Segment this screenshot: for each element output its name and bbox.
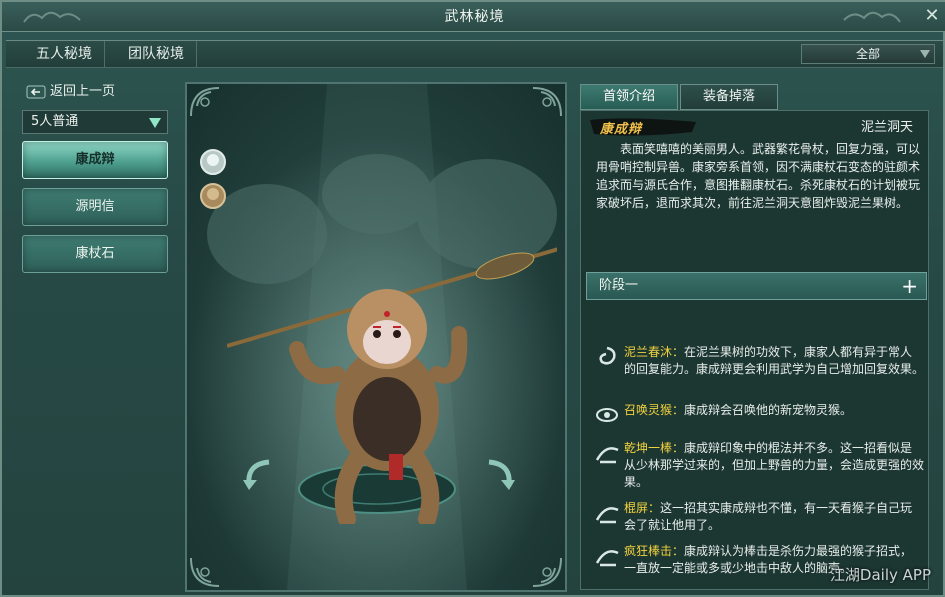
silver-orb-icon[interactable]: [197, 148, 229, 176]
window-title: 武林秘境: [444, 9, 505, 25]
boss-button-kang-zhangshi[interactable]: 康杖石: [22, 235, 168, 273]
boss-model-viewer[interactable]: [185, 82, 567, 592]
skill-item: 乾坤一棒：康成辩印象中的棍法并不多。这一招看似是从少林那学过来的，但加上野兽的力…: [594, 440, 924, 491]
filter-dropdown[interactable]: 全部: [801, 44, 935, 64]
dropdown-triangle-icon: [149, 118, 161, 128]
tab-boss-intro[interactable]: 首领介绍: [580, 84, 678, 110]
back-button[interactable]: 返回上一页: [26, 82, 115, 102]
staff-strike-skill-icon: [595, 447, 619, 464]
expand-plus-icon[interactable]: +: [901, 273, 918, 299]
cloud-ornament-icon: [23, 11, 81, 23]
skill-name: 召唤灵猴：: [624, 403, 685, 417]
tab-five-person[interactable]: 五人秘境: [24, 41, 105, 67]
skill-text: 康成辩会召唤他的新宠物灵猴。: [684, 403, 853, 417]
stage-one-header[interactable]: 阶段一 +: [586, 272, 927, 300]
boss-name: 康成辩: [600, 122, 643, 137]
tab-loot[interactable]: 装备掉落: [680, 84, 778, 110]
rotate-left-icon[interactable]: [241, 454, 275, 492]
staff-screen-skill-icon: [595, 507, 619, 524]
frenzy-strike-skill-icon: [595, 550, 619, 567]
window-frame: 武林秘境 ✕ 五人秘境 团队秘境 全部 返回上一页 5人普通 康成辩 源明信 康…: [0, 0, 945, 597]
boss-description: 表面笑嘻嘻的美丽男人。武器繁花骨杖，回复力强，可以用骨哨控制异兽。康家旁系首领，…: [596, 142, 921, 210]
bronze-orb-icon[interactable]: [197, 182, 229, 210]
back-arrow-icon: [26, 85, 46, 98]
skill-item: 泥兰春沐：在泥兰果树的功效下，康家人都有异于常人的回复能力。康成辩更会利用武学为…: [594, 344, 924, 378]
title-bar: 武林秘境 ✕: [2, 2, 945, 32]
filter-selected-value: 全部: [855, 47, 880, 61]
skill-item: 召唤灵猴：康成辩会召唤他的新宠物灵猴。: [594, 402, 924, 422]
difficulty-value: 5人普通: [31, 114, 79, 129]
skill-text: 这一招其实康成辩也不懂，有一天看猴子自己玩会了就让他用了。: [624, 501, 913, 532]
back-label: 返回上一页: [50, 84, 116, 99]
boss-button-kang-chengbian[interactable]: 康成辩: [22, 141, 168, 179]
close-button[interactable]: ✕: [921, 5, 943, 27]
spiral-skill-icon: [599, 346, 616, 365]
difficulty-dropdown[interactable]: 5人普通: [22, 110, 168, 134]
tab-team[interactable]: 团队秘境: [116, 41, 197, 67]
rotate-right-icon[interactable]: [483, 454, 517, 492]
dungeon-type-tabs: 五人秘境 团队秘境 全部: [6, 40, 943, 68]
boss-location: 泥兰洞天: [860, 120, 913, 135]
stage-label: 阶段一: [599, 278, 639, 293]
watermark: 江湖Daily APP: [829, 566, 931, 584]
boss-name-banner: 康成辩: [588, 116, 698, 138]
skill-name: 棍屏：: [624, 501, 661, 515]
eye-skill-icon: [596, 408, 618, 422]
skill-name: 疯狂棒击：: [624, 544, 685, 558]
boss-button-yuan-mingxin[interactable]: 源明信: [22, 188, 168, 226]
skill-item: 棍屏：这一招其实康成辩也不懂，有一天看猴子自己玩会了就让他用了。: [594, 500, 924, 534]
chevron-down-icon: [920, 50, 930, 58]
cloud-ornament-icon: [843, 11, 901, 23]
skill-name: 乾坤一棒：: [624, 441, 685, 455]
skill-name: 泥兰春沐：: [624, 345, 685, 359]
